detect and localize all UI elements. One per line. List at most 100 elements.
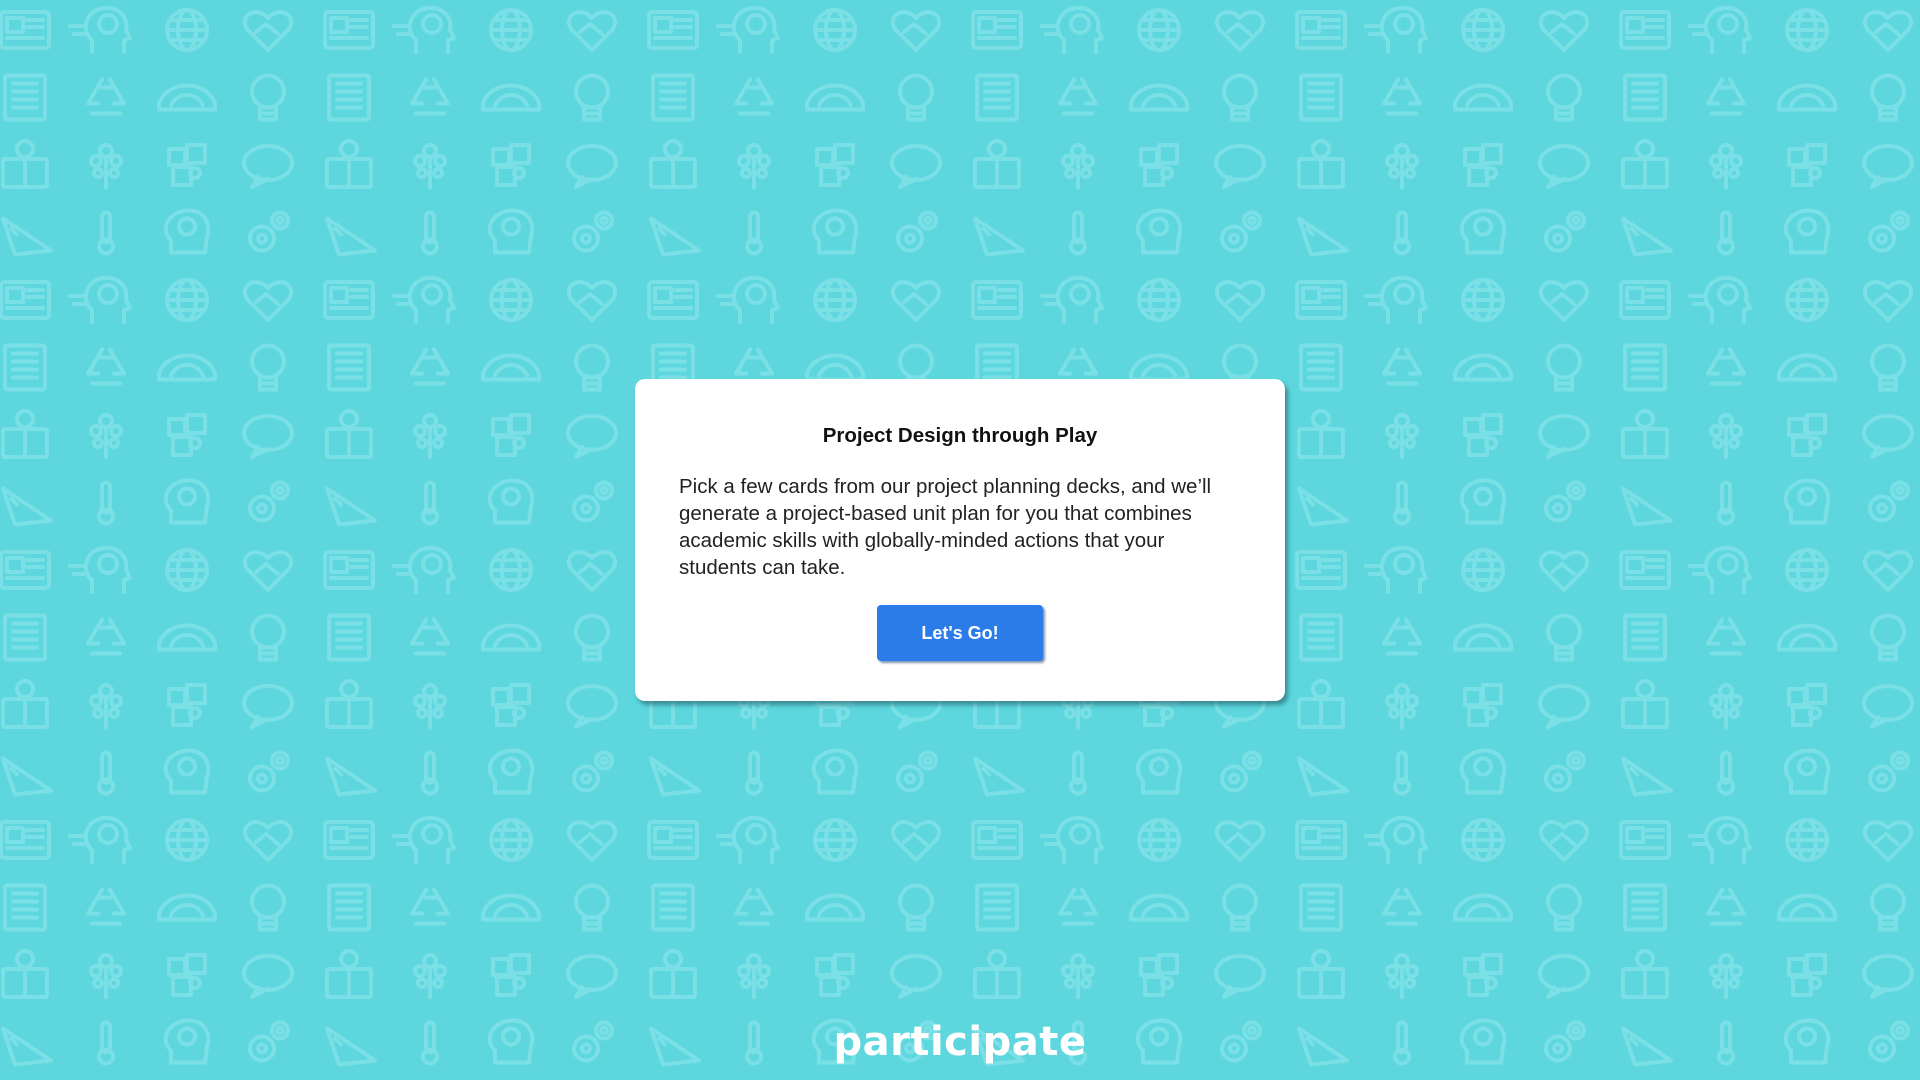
triangle-ruler-icon xyxy=(325,486,377,527)
protractor-icon xyxy=(1777,353,1837,382)
lightbulb-icon xyxy=(574,343,610,392)
puzzle-icon xyxy=(167,413,207,457)
head-question-icon xyxy=(1040,816,1104,864)
gears-icon xyxy=(1220,750,1262,793)
heart-handshake-icon xyxy=(890,820,942,862)
globe-icon xyxy=(813,818,857,862)
globe-icon xyxy=(1461,278,1505,322)
tree-icon xyxy=(1709,413,1743,459)
thermometer-icon xyxy=(1069,210,1087,256)
participate-logo: participate xyxy=(833,1019,1087,1065)
newspaper-icon xyxy=(323,550,375,590)
reading-icon xyxy=(649,139,697,189)
triangle-ruler-icon xyxy=(1,216,53,257)
heart-handshake-icon xyxy=(1538,820,1590,862)
lightbulb-icon xyxy=(250,613,286,662)
tree-icon xyxy=(1385,683,1419,729)
thermometer-icon xyxy=(421,210,439,256)
lightbulb-icon xyxy=(1222,883,1258,932)
globe-icon xyxy=(1785,278,1829,322)
thermometer-icon xyxy=(1717,750,1735,796)
heart-handshake-icon xyxy=(1214,10,1266,52)
head-question-icon xyxy=(1688,276,1752,324)
head-question-icon xyxy=(716,6,780,54)
puzzle-icon xyxy=(1787,683,1827,727)
newspaper-icon xyxy=(971,10,1023,50)
heart-handshake-icon xyxy=(1862,550,1914,592)
newspaper-icon xyxy=(647,820,699,860)
book-icon xyxy=(3,73,47,122)
lets-go-button[interactable]: Let's Go! xyxy=(877,605,1043,661)
reading-icon xyxy=(973,949,1021,999)
speech-bubble-icon xyxy=(1862,684,1914,729)
puzzle-icon xyxy=(491,413,531,457)
protractor-icon xyxy=(481,893,541,922)
globe-icon xyxy=(1785,548,1829,592)
triangle-ruler-icon xyxy=(973,216,1025,257)
tree-icon xyxy=(1061,143,1095,189)
recycle-icon xyxy=(86,887,126,926)
protractor-icon xyxy=(157,893,217,922)
newspaper-icon xyxy=(647,10,699,50)
triangle-ruler-icon xyxy=(973,756,1025,797)
thermometer-icon xyxy=(1717,480,1735,526)
book-icon xyxy=(327,343,371,392)
book-icon xyxy=(1299,73,1343,122)
reading-icon xyxy=(1297,409,1345,459)
book-icon xyxy=(651,883,695,932)
heart-handshake-icon xyxy=(890,10,942,52)
triangle-ruler-icon xyxy=(1297,756,1349,797)
gears-icon xyxy=(248,750,290,793)
reading-icon xyxy=(325,139,373,189)
book-icon xyxy=(3,883,47,932)
book-icon xyxy=(327,73,371,122)
recycle-icon xyxy=(734,887,774,926)
protractor-icon xyxy=(157,83,217,112)
gears-icon xyxy=(1868,480,1910,523)
book-icon xyxy=(3,343,47,392)
globe-icon xyxy=(489,818,533,862)
thermometer-icon xyxy=(97,480,115,526)
brain-head-icon xyxy=(163,478,211,525)
globe-icon xyxy=(1461,548,1505,592)
tree-icon xyxy=(1385,143,1419,189)
reading-icon xyxy=(1,679,49,729)
thermometer-icon xyxy=(1393,750,1411,796)
protractor-icon xyxy=(1453,893,1513,922)
triangle-ruler-icon xyxy=(325,756,377,797)
speech-bubble-icon xyxy=(242,684,294,729)
puzzle-icon xyxy=(491,143,531,187)
head-question-icon xyxy=(1364,816,1428,864)
speech-bubble-icon xyxy=(1538,954,1590,999)
speech-bubble-icon xyxy=(1214,954,1266,999)
recycle-icon xyxy=(1706,347,1746,386)
heart-handshake-icon xyxy=(566,550,618,592)
protractor-icon xyxy=(1777,623,1837,652)
lightbulb-icon xyxy=(1222,73,1258,122)
puzzle-icon xyxy=(1463,953,1503,997)
thermometer-icon xyxy=(97,750,115,796)
protractor-icon xyxy=(1129,353,1189,382)
puzzle-icon xyxy=(1139,143,1179,187)
lightbulb-icon xyxy=(250,883,286,932)
puzzle-icon xyxy=(815,143,855,187)
lightbulb-icon xyxy=(574,613,610,662)
recycle-icon xyxy=(1706,887,1746,926)
lightbulb-icon xyxy=(1870,883,1906,932)
gears-icon xyxy=(1544,750,1586,793)
head-question-icon xyxy=(1040,276,1104,324)
tree-icon xyxy=(413,953,447,999)
heart-handshake-icon xyxy=(1862,820,1914,862)
lightbulb-icon xyxy=(574,73,610,122)
protractor-icon xyxy=(1777,83,1837,112)
puzzle-icon xyxy=(1787,953,1827,997)
gears-icon xyxy=(572,750,614,793)
triangle-ruler-icon xyxy=(1297,216,1349,257)
speech-bubble-icon xyxy=(1538,684,1590,729)
reading-icon xyxy=(325,949,373,999)
gears-icon xyxy=(896,210,938,253)
recycle-icon xyxy=(86,347,126,386)
lightbulb-icon xyxy=(250,343,286,392)
heart-handshake-icon xyxy=(1214,280,1266,322)
gears-icon xyxy=(1868,750,1910,793)
